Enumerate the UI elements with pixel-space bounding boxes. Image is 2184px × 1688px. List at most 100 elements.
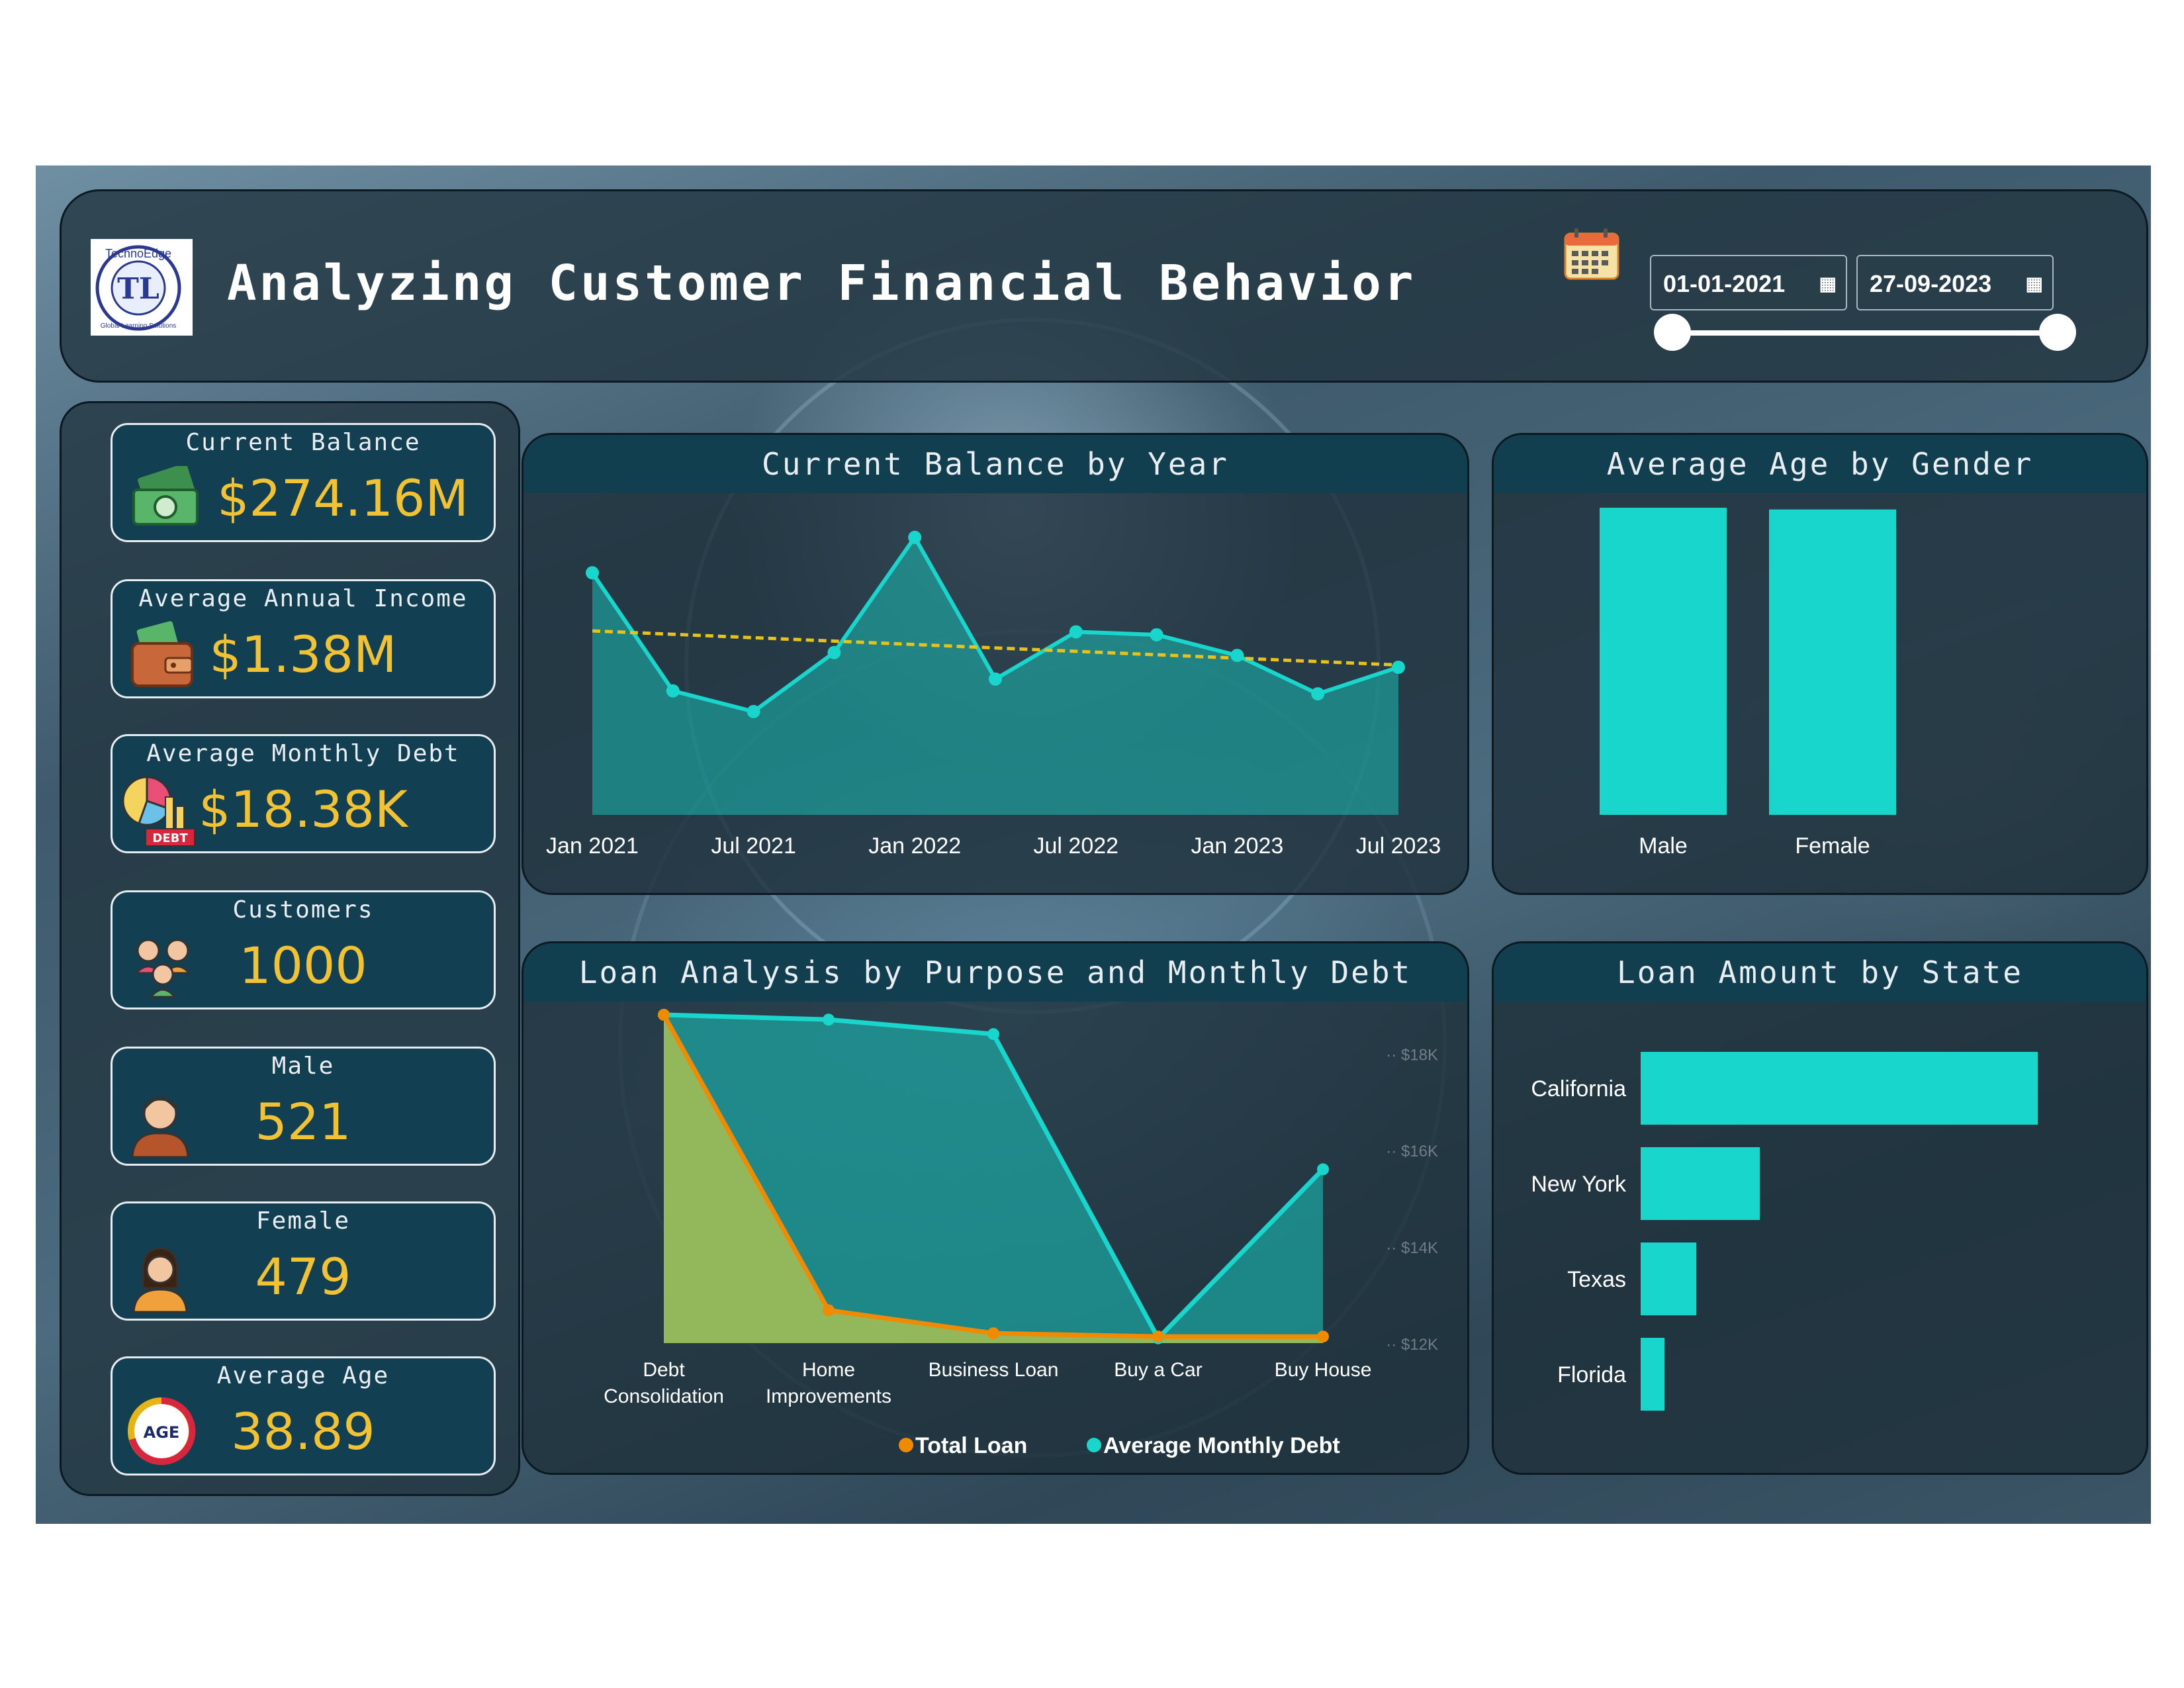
bar-texas bbox=[1641, 1243, 1696, 1315]
start-date-value: 01-01-2021 bbox=[1663, 270, 1786, 297]
kpi-label: Male bbox=[271, 1053, 335, 1080]
kpi-value: 38.89 bbox=[231, 1402, 375, 1461]
calendar-picker-icon[interactable]: ▦ bbox=[2026, 256, 2043, 312]
balance-point bbox=[666, 684, 680, 698]
x-tick-label: Male bbox=[1639, 833, 1688, 859]
kpi-customers: Customers 1000 bbox=[111, 890, 496, 1009]
balance-point bbox=[908, 530, 922, 544]
balance-point bbox=[827, 645, 841, 659]
kpi-value: 521 bbox=[255, 1092, 351, 1151]
svg-text:TechnoEdge: TechnoEdge bbox=[105, 247, 171, 260]
x-tick-label: Business Loan bbox=[929, 1359, 1059, 1381]
x-tick-label: Buy a Car bbox=[1114, 1359, 1202, 1381]
chart-title: Current Balance by Year bbox=[523, 435, 1467, 493]
legend-label: Total Loan bbox=[915, 1433, 1027, 1458]
balance-point bbox=[989, 672, 1002, 686]
age-bar-chart[interactable]: Male Female bbox=[1494, 493, 2146, 893]
y-tick-label: Texas bbox=[1567, 1267, 1626, 1292]
x-tick-label: Home bbox=[802, 1359, 855, 1381]
x-tick-label: Consolidation bbox=[604, 1385, 724, 1407]
loan-point bbox=[987, 1327, 999, 1340]
kpi-sidebar: Current Balance $274.16M Average Annual … bbox=[60, 401, 520, 1496]
kpi-label: Current Balance bbox=[185, 429, 421, 456]
kpi-male: Male 521 bbox=[111, 1047, 496, 1166]
kpi-label: Average Monthly Debt bbox=[146, 740, 460, 767]
balance-point bbox=[1069, 625, 1083, 639]
chart-title: Average Age by Gender bbox=[1494, 435, 2146, 493]
header-panel: TL TechnoEdge Global Learning Solutions … bbox=[60, 189, 2148, 383]
kpi-label: Female bbox=[255, 1207, 351, 1235]
kpi-female: Female 479 bbox=[111, 1201, 496, 1321]
end-date-value: 27-09-2023 bbox=[1870, 270, 1992, 297]
debt-point bbox=[823, 1013, 835, 1026]
date-range-slider[interactable] bbox=[1654, 314, 2076, 351]
kpi-value: $274.16M bbox=[217, 469, 469, 528]
kpi-average-annual-income: Average Annual Income $1.38M bbox=[111, 579, 496, 698]
bar-male bbox=[1600, 508, 1727, 815]
kpi-value: 1000 bbox=[239, 936, 367, 995]
slider-end-handle[interactable] bbox=[2039, 314, 2076, 351]
x-tick-label: Jan 2022 bbox=[868, 833, 961, 859]
loan-point bbox=[823, 1304, 835, 1317]
chart-title: Loan Amount by State bbox=[1494, 943, 2146, 1002]
x-tick-label: Jul 2022 bbox=[1034, 833, 1119, 859]
calendar-picker-icon[interactable]: ▦ bbox=[1819, 256, 1837, 312]
dashboard: TL TechnoEdge Global Learning Solutions … bbox=[36, 165, 2151, 1524]
chart-title: Loan Analysis by Purpose and Monthly Deb… bbox=[523, 943, 1467, 1002]
money-icon bbox=[127, 463, 200, 539]
loan-by-state-panel: Loan Amount by State California New York T… bbox=[1492, 941, 2148, 1475]
y2-tick-label: ·· $12K bbox=[1386, 1336, 1438, 1354]
legend-marker bbox=[1087, 1438, 1101, 1452]
balance-by-year-panel: Current Balance by Year Jan 2021 Jul 2021… bbox=[522, 433, 1469, 895]
balance-line-chart[interactable]: Jan 2021 Jul 2021 Jan 2022 Jul 2022 Jan 2023… bbox=[523, 493, 1467, 893]
balance-point bbox=[1311, 687, 1325, 701]
company-logo: TL TechnoEdge Global Learning Solutions bbox=[91, 239, 193, 336]
legend-marker bbox=[899, 1438, 913, 1452]
x-tick-label: Jul 2023 bbox=[1356, 833, 1441, 859]
kpi-value: 479 bbox=[255, 1247, 351, 1306]
balance-point bbox=[1230, 649, 1244, 663]
page-title: Analyzing Customer Financial Behavior bbox=[227, 255, 1416, 312]
bar-female bbox=[1769, 509, 1896, 815]
kpi-label: Customers bbox=[232, 896, 374, 923]
debt-point bbox=[1317, 1163, 1329, 1176]
y2-tick-label: ·· $16K bbox=[1386, 1143, 1438, 1160]
balance-point bbox=[747, 704, 760, 718]
legend-label: Average Monthly Debt bbox=[1103, 1433, 1340, 1458]
loan-point bbox=[1152, 1331, 1164, 1343]
loan-purpose-chart[interactable]: ·· $18K ·· $16K ·· $14K ·· $12K Debt Consolid… bbox=[523, 1002, 1467, 1473]
bar-florida bbox=[1641, 1338, 1664, 1411]
loan-point bbox=[658, 1009, 670, 1021]
svg-text:Global Learning Solutions: Global Learning Solutions bbox=[101, 322, 177, 330]
y-tick-label: New York bbox=[1531, 1172, 1627, 1197]
balance-point bbox=[1392, 661, 1405, 674]
kpi-average-age: Average Age AGE 38.89 bbox=[111, 1356, 496, 1476]
x-tick-label: Jan 2023 bbox=[1191, 833, 1283, 859]
x-tick-label: Female bbox=[1795, 833, 1870, 859]
kpi-label: Average Annual Income bbox=[138, 585, 468, 612]
kpi-value: $1.38M bbox=[209, 625, 397, 684]
slider-start-handle[interactable] bbox=[1654, 314, 1691, 351]
loan-by-purpose-panel: Loan Analysis by Purpose and Monthly Deb… bbox=[522, 941, 1469, 1475]
balance-point bbox=[1150, 628, 1163, 641]
kpi-current-balance: Current Balance $274.16M bbox=[111, 423, 496, 542]
y-tick-label: Florida bbox=[1557, 1362, 1626, 1387]
calendar-icon bbox=[1564, 227, 1619, 280]
debt-point bbox=[987, 1028, 999, 1041]
start-date-input[interactable]: 01-01-2021 ▦ bbox=[1650, 255, 1847, 310]
bar-new-york bbox=[1641, 1147, 1760, 1220]
x-tick-label: Improvements bbox=[766, 1385, 891, 1407]
x-tick-label: Buy House bbox=[1275, 1359, 1372, 1381]
y2-tick-label: ·· $14K bbox=[1386, 1239, 1438, 1257]
trend-line bbox=[592, 629, 1399, 667]
y2-tick-label: ·· $18K bbox=[1386, 1046, 1438, 1064]
x-tick-label: Jul 2021 bbox=[711, 833, 796, 859]
loan-point bbox=[1317, 1331, 1329, 1343]
balance-point bbox=[586, 566, 599, 580]
x-tick-label: Debt bbox=[643, 1359, 685, 1381]
bar-california bbox=[1641, 1052, 2038, 1125]
y-tick-label: California bbox=[1531, 1076, 1626, 1102]
kpi-average-monthly-debt: Average Monthly Debt DEBT $18.38K bbox=[111, 734, 496, 853]
end-date-input[interactable]: 27-09-2023 ▦ bbox=[1856, 255, 2054, 310]
loan-state-bar-chart[interactable]: California New York Texas Florida bbox=[1494, 1002, 2146, 1473]
